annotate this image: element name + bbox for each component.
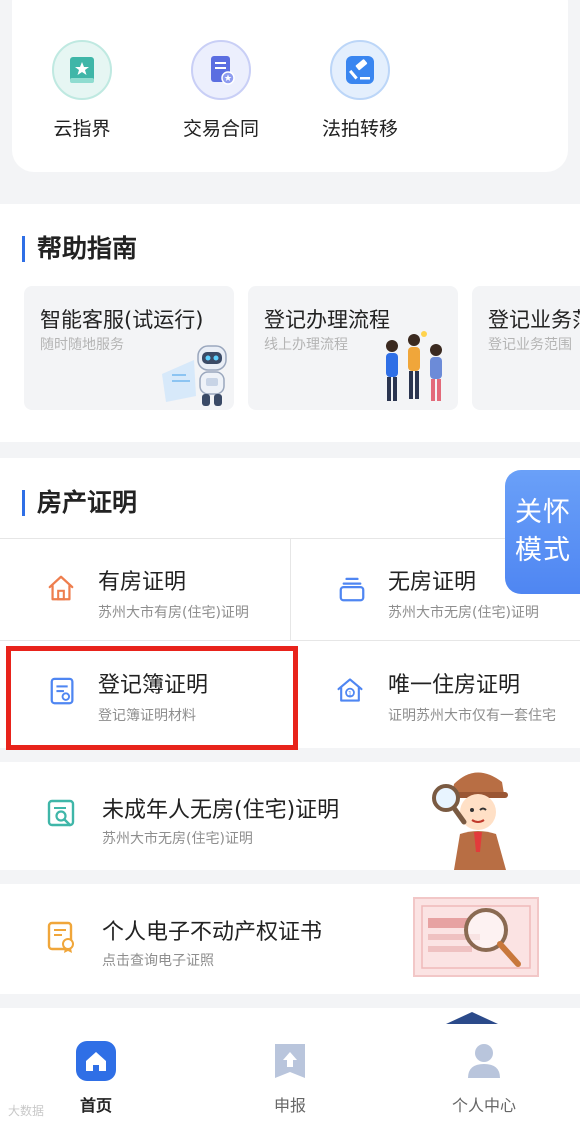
nav-notch-indicator [446, 1012, 498, 1024]
banner-minor-no-house[interactable]: 未成年人无房(住宅)证明 苏州大市无房(住宅)证明 [0, 762, 580, 870]
cert-unique-house[interactable]: 1 唯一住房证明 证明苏州大市仅有一套住宅 [291, 641, 580, 743]
gavel-icon [330, 40, 390, 100]
bottom-nav: 首页 申报 个人中心 [0, 1008, 580, 1126]
banner-e-certificate[interactable]: 个人电子不动产权证书 点击查询电子证照 [0, 884, 580, 994]
cert-title: 无房证明 [388, 570, 477, 595]
nav-submit[interactable]: 申报 [230, 1040, 350, 1116]
guide-card-title: 登记业务范 [488, 308, 580, 332]
search-doc-icon [47, 799, 75, 827]
nav-label: 申报 [273, 1096, 306, 1115]
nav-home[interactable]: 首页 [36, 1040, 156, 1116]
guide-card-subtitle: 随时随地服务 [40, 337, 124, 353]
register-book-icon [50, 677, 74, 705]
guide-card-process[interactable]: 登记办理流程 线上办理流程 [248, 286, 458, 410]
certificate-icon [47, 921, 74, 953]
people-icon [386, 331, 442, 401]
upload-icon [275, 1044, 305, 1078]
care-mode-label-line2: 模式 [515, 535, 571, 566]
app-page: 云指界 交易合同 法拍转移 帮助指南 智能客服(试运行) 随时随地服务 登记办理… [0, 0, 580, 1126]
section-title: 房产证明 [22, 490, 137, 516]
cert-subtitle: 登记簿证明材料 [98, 708, 196, 724]
quick-access-label: 交易合同 [182, 118, 259, 140]
unique-house-icon: 1 [337, 678, 363, 702]
certificate-magnifier-icon [413, 897, 539, 977]
guide-card-ai-service[interactable]: 智能客服(试运行) 随时随地服务 [24, 286, 234, 410]
home-icon [76, 1041, 116, 1081]
watermark: 大数据 [8, 1104, 45, 1118]
quick-access-auction[interactable]: 法拍转移 [310, 40, 410, 141]
guide-card-title: 智能客服(试运行) [40, 308, 204, 332]
cert-has-house[interactable]: 有房证明 苏州大市有房(住宅)证明 [0, 538, 290, 640]
cert-subtitle: 苏州大市无房(住宅)证明 [388, 605, 539, 621]
house-icon [48, 575, 74, 601]
nav-label: 首页 [79, 1096, 112, 1115]
cert-title: 登记簿证明 [98, 673, 209, 698]
user-icon [468, 1044, 500, 1078]
svg-text:1: 1 [348, 690, 352, 697]
guide-card-scope[interactable]: 登记业务范 登记业务范围 [472, 286, 580, 410]
cert-title: 有房证明 [98, 570, 187, 595]
guide-card-title: 登记办理流程 [264, 308, 390, 332]
cert-subtitle: 证明苏州大市仅有一套住宅 [388, 708, 556, 724]
banner-title: 未成年人无房(住宅)证明 [102, 798, 340, 823]
robot-icon [162, 345, 227, 406]
nav-label: 个人中心 [451, 1096, 516, 1115]
quick-access-label: 法拍转移 [321, 118, 398, 140]
care-mode-label-line1: 关怀 [515, 497, 571, 528]
contract-icon [191, 40, 251, 100]
banner-subtitle: 苏州大市无房(住宅)证明 [102, 831, 253, 847]
guide-card-subtitle: 登记业务范围 [488, 337, 572, 353]
property-certificate-section: 房产证明 有房证明 苏州大市有房(住宅)证明 无房证明 苏州大市无房(住宅)证明 [0, 458, 580, 748]
cert-title: 唯一住房证明 [388, 673, 521, 698]
banner-title: 个人电子不动产权证书 [102, 920, 323, 945]
cert-register-book[interactable]: 登记簿证明 登记簿证明材料 [0, 641, 290, 743]
quick-access-contract[interactable]: 交易合同 [171, 40, 271, 141]
help-guide-section: 帮助指南 智能客服(试运行) 随时随地服务 登记办理流程 线上办理流程 登记业务… [0, 204, 580, 442]
quick-access-yunzhijie[interactable]: 云指界 [32, 40, 132, 141]
detective-illustration-icon [432, 772, 508, 870]
nav-profile[interactable]: 个人中心 [424, 1040, 544, 1116]
book-star-icon [52, 40, 112, 100]
guide-card-subtitle: 线上办理流程 [264, 337, 348, 353]
section-title: 帮助指南 [22, 236, 137, 262]
cert-subtitle: 苏州大市有房(住宅)证明 [98, 605, 249, 621]
quick-access-label: 云指界 [53, 118, 111, 140]
care-mode-button[interactable]: 关怀 模式 [505, 470, 580, 594]
banner-subtitle: 点击查询电子证照 [102, 953, 214, 969]
stack-icon [339, 577, 365, 602]
quick-access-card: 云指界 交易合同 法拍转移 [12, 0, 568, 172]
